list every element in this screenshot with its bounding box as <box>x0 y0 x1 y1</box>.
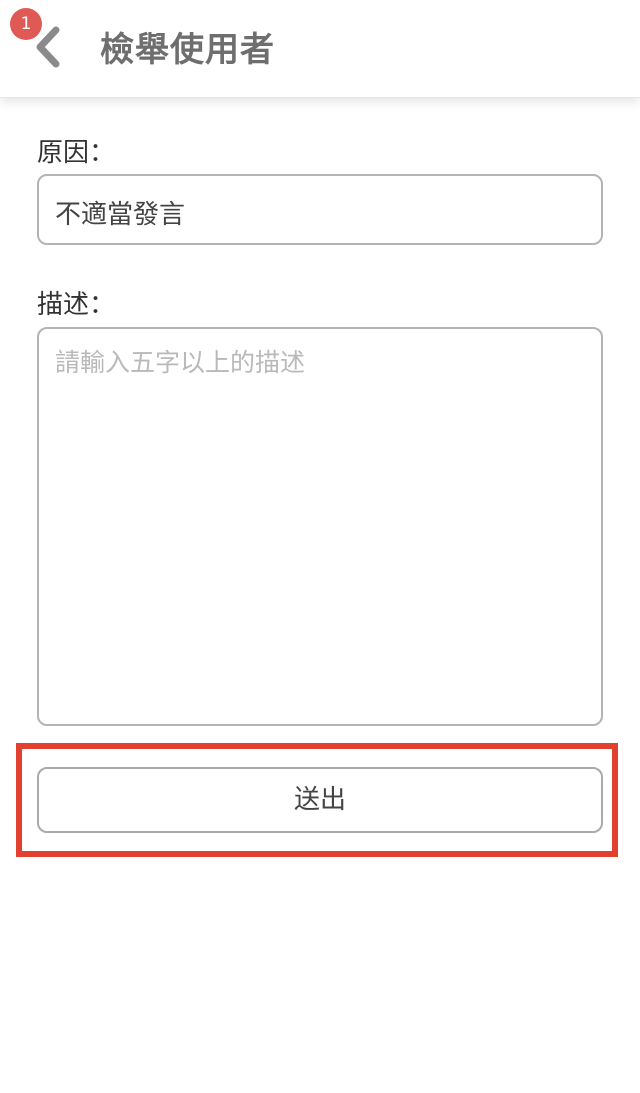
page-title: 檢舉使用者 <box>100 30 275 70</box>
reason-label: 原因： <box>37 138 116 168</box>
report-user-page: 1 檢舉使用者 原因： 不適當發言 描述： 送出 <box>0 0 640 1093</box>
submit-button[interactable]: 送出 <box>37 767 603 833</box>
description-textarea[interactable] <box>39 329 601 724</box>
reason-value: 不適當發言 <box>55 200 186 230</box>
notification-badge: 1 <box>10 8 42 40</box>
top-bar: 1 檢舉使用者 <box>0 0 640 98</box>
description-field-container <box>37 327 603 726</box>
description-label: 描述： <box>37 290 116 320</box>
reason-select[interactable]: 不適當發言 <box>37 174 603 245</box>
